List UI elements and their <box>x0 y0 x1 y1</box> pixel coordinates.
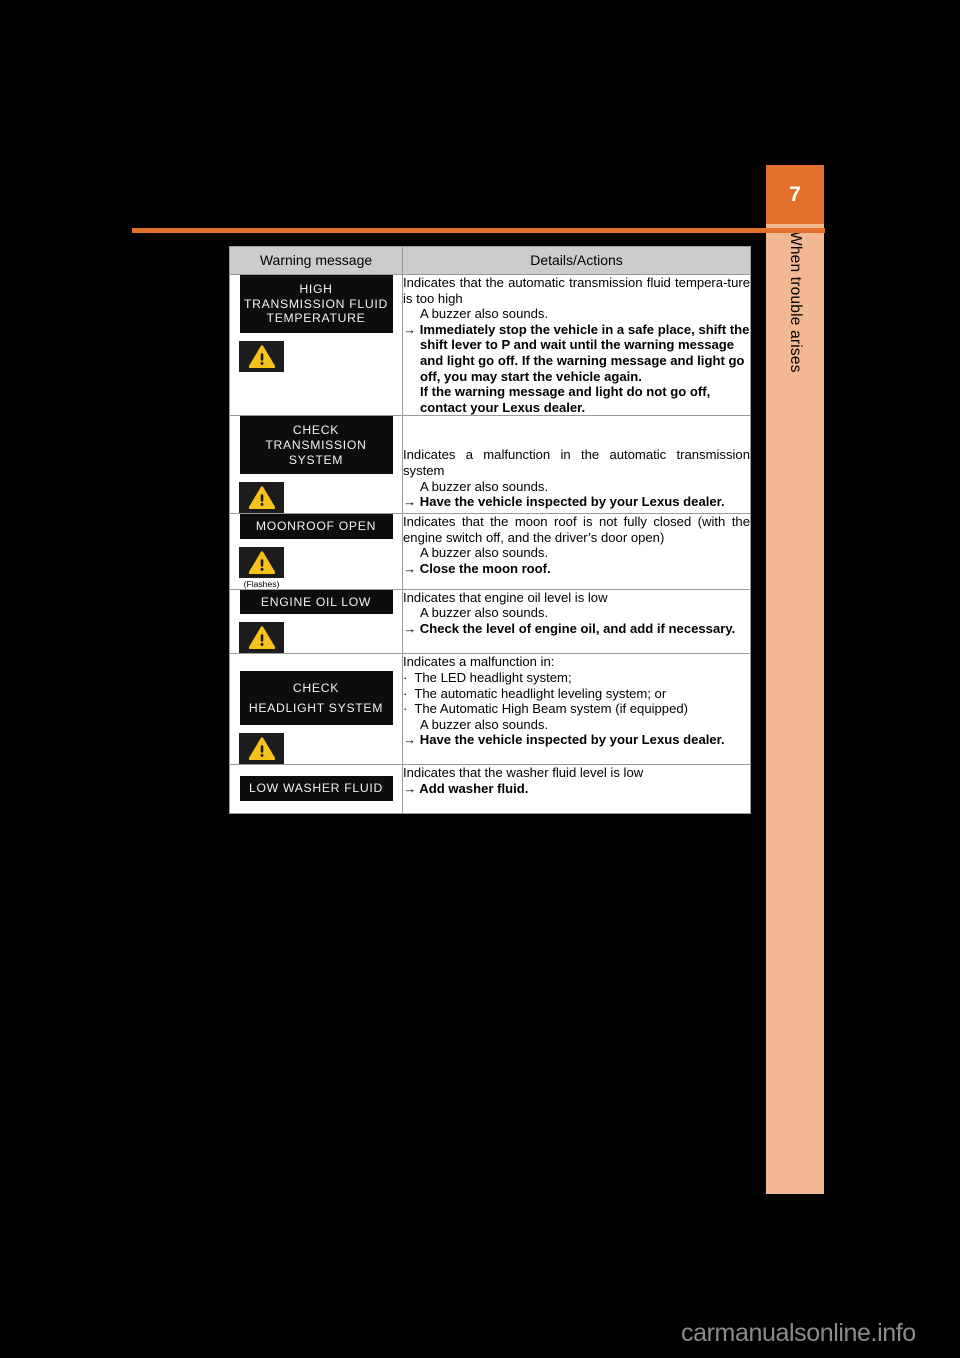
action-label: Have the vehicle inspected by your Lexus… <box>419 732 725 748</box>
action-extra-text: If the warning message and light do not … <box>420 384 711 415</box>
action-text: → Check the level of engine oil, and add… <box>403 621 750 637</box>
warning-triangle-icon <box>239 546 284 578</box>
chapter-side-tab: 7 When trouble arises <box>766 165 824 1194</box>
action-label: Check the level of engine oil, and add i… <box>419 620 736 636</box>
warning-message-cell: CHECK HEADLIGHT SYSTEM <box>229 653 403 766</box>
action-text: → Have the vehicle inspected by your Lex… <box>403 494 750 510</box>
display-message-line: HIGH <box>299 282 333 296</box>
buzzer-text: A buzzer also sounds. <box>420 306 549 322</box>
table-row: MOONROOF OPEN (Flashes) Indicates that t… <box>229 513 751 590</box>
warning-message-cell: HIGH TRANSMISSION FLUID TEMPERATURE <box>229 273 403 417</box>
bullet-item: · The automatic headlight leveling system… <box>403 686 750 702</box>
display-message-line: ENGINE OIL LOW <box>260 594 372 609</box>
arrow-icon: → <box>403 780 417 796</box>
description-text: Indicates that the automatic transmissio… <box>403 275 750 306</box>
arrow-icon: → <box>403 732 417 748</box>
description-text: Indicates a malfunction in the automatic… <box>403 447 750 478</box>
description-text: Indicates that the moon roof is not full… <box>403 514 750 545</box>
action-label: Close the moon roof. <box>419 560 551 576</box>
chapter-label-text: When trouble arises <box>787 231 804 373</box>
table-header-row: Warning message Details/Actions <box>229 246 751 275</box>
display-message-line: TRANSMISSION <box>265 437 367 452</box>
bullet-label: The Automatic High Beam system (if equip… <box>414 701 689 717</box>
chapter-label: When trouble arises <box>766 231 824 531</box>
details-actions-cell: Indicates that the automatic transmissio… <box>402 273 751 417</box>
action-label: Have the vehicle inspected by your Lexus… <box>419 494 725 510</box>
display-message-line: CHECK <box>292 423 340 438</box>
details-actions-cell: Indicates a malfunction in the automatic… <box>402 415 751 515</box>
arrow-icon: → <box>403 560 417 576</box>
warning-triangle-icon <box>239 340 284 372</box>
arrow-icon: → <box>403 494 417 510</box>
display-message-line: CHECK <box>292 681 340 696</box>
chapter-number: 7 <box>766 165 824 224</box>
bullet-dot-icon: · <box>403 669 408 685</box>
buzzer-text: A buzzer also sounds. <box>420 545 549 561</box>
arrow-icon: → <box>403 620 417 636</box>
bullet-dot-icon: · <box>403 701 408 717</box>
warning-message-cell: LOW WASHER FLUID <box>229 764 403 814</box>
bullet-label: The LED headlight system; <box>414 669 572 685</box>
buzzer-text: A buzzer also sounds. <box>420 716 549 732</box>
bullet-dot-icon: · <box>403 685 408 701</box>
display-message-line: LOW WASHER FLUID <box>249 781 383 796</box>
bullet-item: · The Automatic High Beam system (if equi… <box>403 701 750 717</box>
bullet-item: · The LED headlight system; <box>403 670 750 686</box>
table-row: CHECK HEADLIGHT SYSTEM Indicates a malfu… <box>229 653 751 766</box>
action-text: → Immediately stop the vehicle in a safe… <box>403 322 750 384</box>
warning-triangle-icon <box>239 622 284 654</box>
details-actions-cell: Indicates that engine oil level is low A… <box>402 588 751 655</box>
buzzer-text: A buzzer also sounds. <box>420 478 549 494</box>
display-message-box: CHECK TRANSMISSION SYSTEM <box>239 416 393 475</box>
column-header-details-actions: Details/Actions <box>402 246 751 275</box>
warning-message-table: Warning message Details/Actions HIGH TRA… <box>229 246 751 814</box>
warning-message-cell: CHECK TRANSMISSION SYSTEM <box>229 415 403 515</box>
display-message-line: SYSTEM <box>288 452 344 467</box>
display-message-line: HEADLIGHT SYSTEM <box>248 701 384 716</box>
warning-triangle-icon <box>239 482 284 514</box>
header-rule <box>132 228 825 233</box>
arrow-icon: → <box>403 321 417 337</box>
warning-message-cell: MOONROOF OPEN (Flashes) <box>229 513 403 590</box>
display-message-box: HIGH TRANSMISSION FLUID TEMPERATURE <box>239 275 393 333</box>
display-message-line: TRANSMISSION FLUID <box>244 296 388 311</box>
table-row: LOW WASHER FLUID Indicates that the wash… <box>229 764 751 814</box>
action-label: Add washer fluid. <box>419 780 529 796</box>
display-message-box: CHECK HEADLIGHT SYSTEM <box>239 671 393 726</box>
action-text: → Add washer fluid. <box>403 781 750 797</box>
column-header-warning-message: Warning message <box>229 246 403 275</box>
display-message-box: MOONROOF OPEN <box>239 514 393 539</box>
display-message-box: LOW WASHER FLUID <box>239 776 393 801</box>
action-label: Immediately stop the vehicle in a safe p… <box>419 321 750 384</box>
action-text: → Close the moon roof. <box>403 561 750 577</box>
description-text: Indicates a malfunction in: <box>403 654 555 670</box>
table-row: CHECK TRANSMISSION SYSTEM Indicates a ma… <box>229 415 751 515</box>
buzzer-text: A buzzer also sounds. <box>420 605 549 621</box>
flashes-note: (Flashes) <box>243 578 280 589</box>
display-message-box: ENGINE OIL LOW <box>239 589 393 615</box>
action-text: → Have the vehicle inspected by your Lex… <box>403 732 750 748</box>
warning-triangle-icon <box>239 733 284 765</box>
display-message-line: MOONROOF OPEN <box>255 519 377 534</box>
description-text: Indicates that the washer fluid level is… <box>403 765 644 781</box>
description-text: Indicates that engine oil level is low <box>403 589 608 605</box>
warning-message-cell: ENGINE OIL LOW <box>229 588 403 655</box>
display-message-line: TEMPERATURE <box>266 311 366 326</box>
bullet-label: The automatic headlight leveling system;… <box>414 685 667 701</box>
details-actions-cell: Indicates that the washer fluid level is… <box>402 764 751 814</box>
table-row: HIGH TRANSMISSION FLUID TEMPERATURE Indi… <box>229 273 751 417</box>
footer-watermark: carmanualsonline.info <box>681 1319 916 1347</box>
details-actions-cell: Indicates that the moon roof is not full… <box>402 513 751 590</box>
details-actions-cell: Indicates a malfunction in: · The LED hea… <box>402 653 751 766</box>
table-row: ENGINE OIL LOW Indicates that engine oil… <box>229 588 751 655</box>
